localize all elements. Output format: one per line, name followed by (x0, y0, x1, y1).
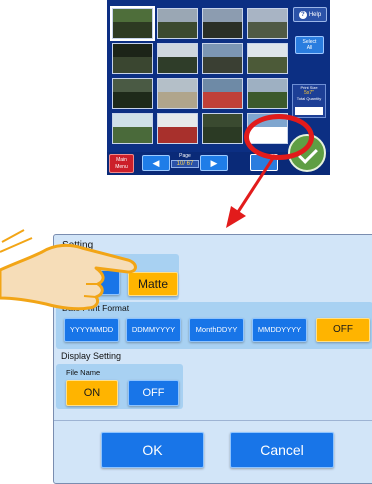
photo-thumbnail[interactable] (110, 6, 155, 41)
print-size-panel: Print Size 5x7" Total Quantity (292, 84, 326, 118)
photo-thumbnail[interactable] (157, 8, 198, 39)
dialog-divider (54, 420, 372, 421)
main-menu-label-line1: Main (116, 157, 127, 163)
file-name-on-button[interactable]: ON (66, 380, 118, 406)
select-all-button[interactable]: Select All (295, 36, 324, 54)
date-format-off-button[interactable]: OFF (316, 318, 370, 342)
total-quantity-label: Total Quantity (296, 96, 322, 101)
date-format-mmddyyyy-button[interactable]: MMDDYYYY (252, 318, 307, 342)
photo-thumbnail[interactable] (202, 78, 243, 109)
select-all-label-line2: All (306, 45, 313, 51)
main-menu-label-line2: Menu (115, 164, 128, 170)
photo-thumbnail[interactable] (202, 113, 243, 144)
date-format-ddmmyyyy-button[interactable]: DDMMYYYY (126, 318, 181, 342)
photo-thumbnail[interactable] (202, 8, 243, 39)
photo-thumbnail[interactable] (157, 78, 198, 109)
help-button[interactable]: ? Help (293, 7, 327, 22)
file-name-label: File Name (66, 368, 101, 377)
pointing-hand-icon (0, 229, 137, 311)
photo-thumbnail[interactable] (157, 113, 198, 144)
date-format-monthddyy-button[interactable]: MonthDDYY (189, 318, 244, 342)
photo-thumbnail[interactable] (247, 43, 288, 74)
total-quantity-field (295, 107, 323, 115)
cancel-button[interactable]: Cancel (230, 432, 334, 468)
question-mark-icon: ? (298, 10, 307, 19)
photo-thumbnail[interactable] (157, 43, 198, 74)
photo-thumbnail[interactable] (112, 43, 153, 74)
photo-thumbnail[interactable] (112, 78, 153, 109)
previous-page-button[interactable]: ◀ (142, 155, 170, 171)
photo-thumbnail[interactable] (202, 43, 243, 74)
page-indicator: Page 10/ 67 (171, 153, 199, 173)
page-label: Page (179, 153, 191, 159)
photo-thumbnail[interactable] (112, 113, 153, 144)
help-label: Help (308, 11, 322, 18)
file-name-off-button[interactable]: OFF (128, 380, 179, 406)
left-arrow-icon: ◀ (152, 158, 160, 168)
right-arrow-icon: ▶ (210, 158, 218, 168)
red-arrow-icon (226, 154, 277, 228)
photo-thumbnail[interactable] (247, 78, 288, 109)
main-menu-button[interactable]: Main Menu (109, 154, 134, 173)
display-setting-title: Display Setting (61, 351, 122, 361)
page-value: 10/ 67 (171, 160, 199, 168)
photo-thumbnail[interactable] (247, 8, 288, 39)
ok-button[interactable]: OK (101, 432, 204, 468)
date-format-yyyymmdd-button[interactable]: YYYYMMDD (64, 318, 119, 342)
